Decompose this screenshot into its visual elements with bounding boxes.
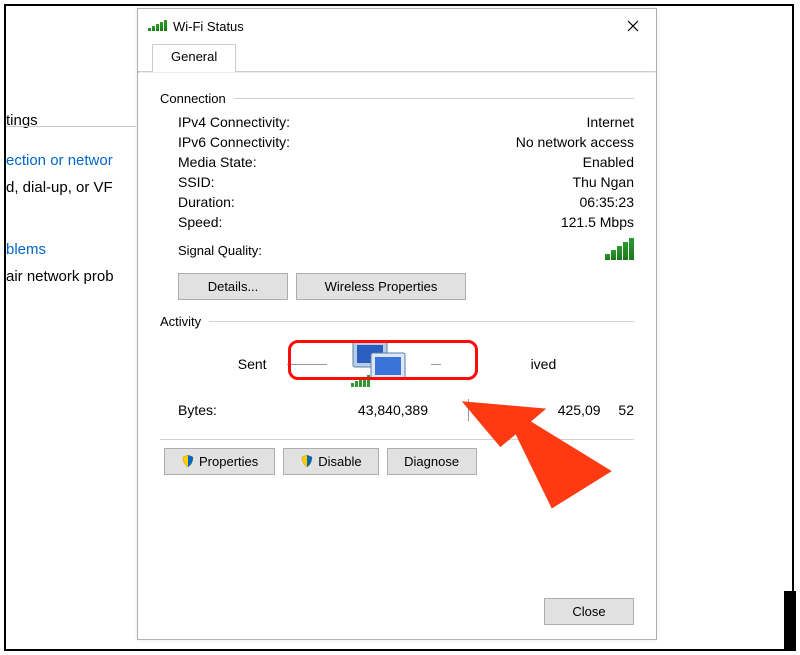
properties-button[interactable]: Properties bbox=[164, 448, 275, 475]
wireless-properties-button[interactable]: Wireless Properties bbox=[296, 273, 466, 300]
duration-value: 06:35:23 bbox=[474, 194, 634, 210]
bg-dial-text: d, dial-up, or VF bbox=[6, 179, 113, 196]
close-icon[interactable] bbox=[610, 10, 656, 42]
dialog-title: Wi-Fi Status bbox=[173, 19, 244, 34]
bytes-sent-value: 43,840,389 bbox=[318, 402, 448, 418]
shield-icon bbox=[181, 454, 195, 468]
bytes-label: Bytes: bbox=[178, 402, 318, 418]
diagnose-button[interactable]: Diagnose bbox=[387, 448, 477, 475]
bg-separator bbox=[6, 126, 136, 127]
ipv6-value: No network access bbox=[474, 134, 634, 150]
bytes-recv-value: 425,09x,x52 bbox=[489, 402, 634, 418]
ipv4-label: IPv4 Connectivity: bbox=[178, 114, 474, 130]
wifi-icon bbox=[148, 19, 167, 34]
bottom-separator bbox=[160, 439, 634, 440]
ipv4-row: IPv4 Connectivity: Internet bbox=[160, 114, 634, 130]
titlebar: Wi-Fi Status bbox=[138, 9, 656, 43]
tab-strip: General bbox=[138, 43, 656, 71]
connection-group-label: Connection bbox=[160, 91, 226, 106]
bg-problems-link[interactable]: blems bbox=[6, 241, 46, 258]
signal-row: Signal Quality: bbox=[160, 238, 634, 263]
bytes-row: Bytes: 43,840,389 425,09x,x52 bbox=[160, 399, 634, 421]
close-button[interactable]: Close bbox=[544, 598, 634, 625]
computers-icon bbox=[347, 337, 411, 391]
received-label: ived bbox=[531, 356, 557, 372]
ssid-row: SSID: Thu Ngan bbox=[160, 174, 634, 190]
wifi-status-dialog: Wi-Fi Status General Connection IPv4 Con… bbox=[137, 8, 657, 640]
speed-label: Speed: bbox=[178, 214, 474, 230]
bg-connection-link[interactable]: ection or networ bbox=[6, 152, 113, 169]
speed-row: Speed: 121.5 Mbps bbox=[160, 214, 634, 230]
connection-group-header: Connection bbox=[160, 91, 634, 106]
signal-bars-icon bbox=[605, 238, 634, 263]
speed-value: 121.5 Mbps bbox=[474, 214, 634, 230]
tab-general[interactable]: General bbox=[152, 44, 236, 72]
signal-label: Signal Quality: bbox=[178, 243, 605, 258]
sent-label: Sent bbox=[238, 356, 267, 372]
media-value: Enabled bbox=[474, 154, 634, 170]
duration-row: Duration: 06:35:23 bbox=[160, 194, 634, 210]
ipv4-value: Internet bbox=[474, 114, 634, 130]
ipv6-label: IPv6 Connectivity: bbox=[178, 134, 474, 150]
disable-button[interactable]: Disable bbox=[283, 448, 378, 475]
activity-graphic: Sent ived bbox=[160, 337, 634, 391]
shield-icon bbox=[300, 454, 314, 468]
activity-group-label: Activity bbox=[160, 314, 201, 329]
activity-group-header: Activity bbox=[160, 314, 634, 329]
details-button[interactable]: Details... bbox=[178, 273, 288, 300]
duration-label: Duration: bbox=[178, 194, 474, 210]
bg-repair-text: air network prob bbox=[6, 268, 114, 285]
media-row: Media State: Enabled bbox=[160, 154, 634, 170]
scrollbar-fragment bbox=[784, 591, 796, 651]
ssid-label: SSID: bbox=[178, 174, 474, 190]
ipv6-row: IPv6 Connectivity: No network access bbox=[160, 134, 634, 150]
media-label: Media State: bbox=[178, 154, 474, 170]
ssid-value: Thu Ngan bbox=[474, 174, 634, 190]
